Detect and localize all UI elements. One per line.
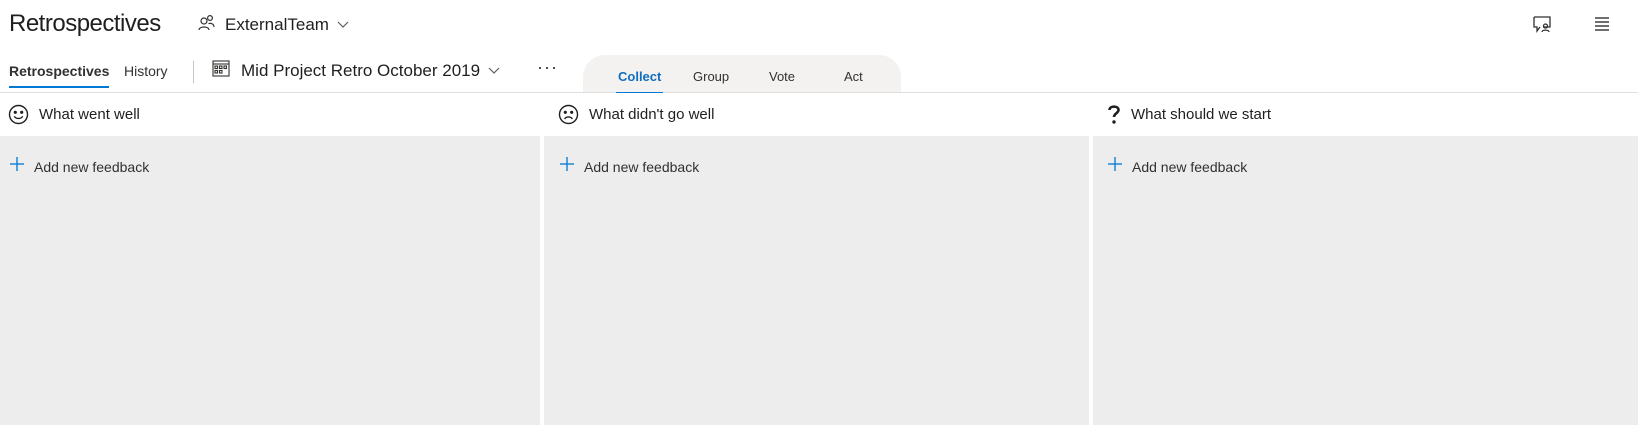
add-feedback-label: Add new feedback <box>584 158 700 175</box>
feedback-board: What went well Add new feedback What did <box>0 93 1638 425</box>
divider <box>193 61 194 83</box>
people-icon <box>198 14 215 36</box>
frown-icon <box>558 104 579 125</box>
team-name: ExternalTeam <box>225 15 329 34</box>
plus-icon <box>9 156 25 177</box>
add-feedback-button[interactable]: Add new feedback <box>1107 156 1247 177</box>
column-what-should-we-start: What should we start Add new feedback <box>1093 93 1638 425</box>
team-selector[interactable]: ExternalTeam <box>198 14 349 36</box>
column-what-went-well: What went well Add new feedback <box>0 93 540 425</box>
board-name: Mid Project Retro October 2019 <box>241 61 481 80</box>
phase-tab-act[interactable]: Act <box>844 69 863 84</box>
column-title: What didn't go well <box>589 106 715 123</box>
tab-history[interactable]: History <box>124 63 168 87</box>
page-title: Retrospectives <box>9 10 161 37</box>
menu-icon[interactable] <box>1593 14 1611 39</box>
column-header: What should we start <box>1093 93 1638 136</box>
column-body: Add new feedback <box>1093 136 1638 425</box>
add-feedback-button[interactable]: Add new feedback <box>9 156 149 177</box>
phase-bar: Collect Group Vote Act <box>583 55 901 94</box>
pivot-bar: Retrospectives History Mid Project Retro… <box>0 52 1638 94</box>
add-feedback-label: Add new feedback <box>1132 158 1248 175</box>
column-body: Add new feedback <box>544 136 1089 425</box>
column-header: What went well <box>0 93 540 136</box>
app-header: Retrospectives ExternalTeam <box>0 0 1638 52</box>
smile-icon <box>8 104 29 125</box>
column-title: What went well <box>39 106 140 123</box>
chevron-down-icon <box>337 16 349 34</box>
column-title: What should we start <box>1131 106 1272 123</box>
question-icon <box>1107 104 1121 125</box>
chevron-down-icon <box>488 62 500 80</box>
plus-icon <box>1107 156 1123 177</box>
add-feedback-button[interactable]: Add new feedback <box>559 156 699 177</box>
phase-tab-group[interactable]: Group <box>693 69 729 84</box>
column-what-didnt-go-well: What didn't go well Add new feedback <box>544 93 1089 425</box>
add-feedback-label: Add new feedback <box>34 158 150 175</box>
feedback-icon[interactable] <box>1532 14 1552 39</box>
board-selector[interactable]: Mid Project Retro October 2019 <box>212 60 500 82</box>
column-body: Add new feedback <box>0 136 540 425</box>
phase-tab-collect[interactable]: Collect <box>615 69 664 94</box>
column-header: What didn't go well <box>544 93 1089 136</box>
board-icon <box>212 60 230 82</box>
plus-icon <box>559 156 575 177</box>
phase-tab-vote[interactable]: Vote <box>769 69 795 84</box>
more-options-button[interactable]: ··· <box>537 57 558 78</box>
tab-retrospectives[interactable]: Retrospectives <box>9 63 110 88</box>
